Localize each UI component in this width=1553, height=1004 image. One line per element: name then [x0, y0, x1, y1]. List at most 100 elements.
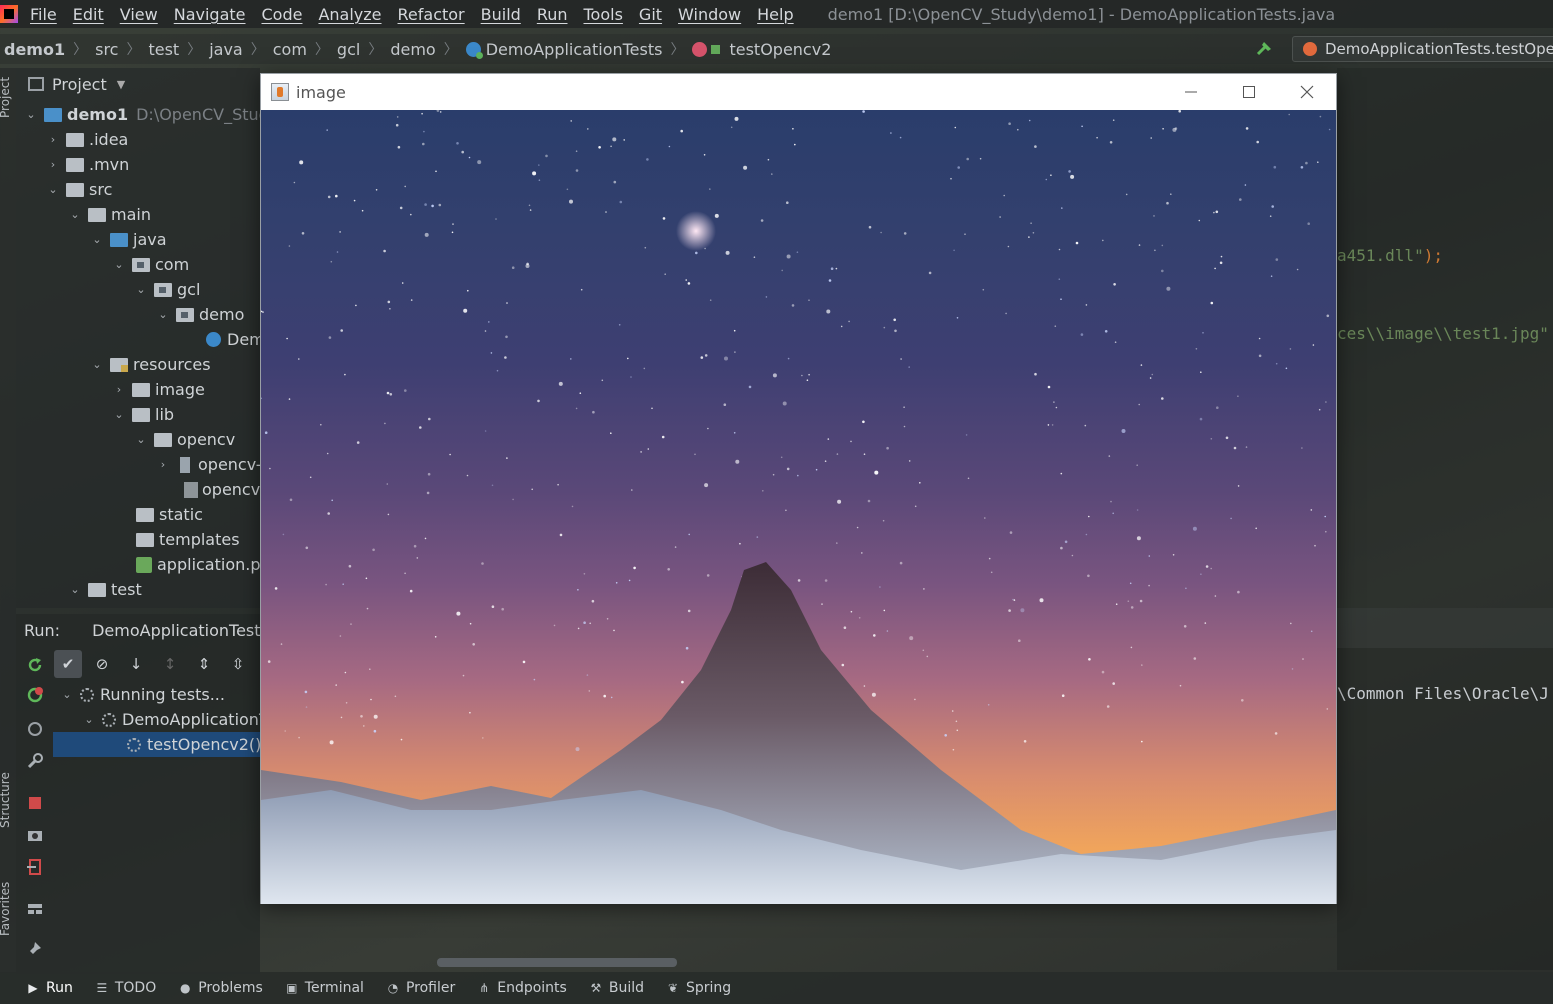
tree-item-demo-application[interactable]: DemoApplication — [206, 327, 260, 352]
tree-item-java[interactable]: ⌄ java — [90, 227, 166, 252]
menu-code[interactable]: Code — [262, 5, 303, 24]
tree-item-test[interactable]: ⌄ test — [68, 577, 141, 602]
run-tab[interactable]: DemoApplicationTests.testOpencv2 — [92, 621, 260, 640]
menu-edit[interactable]: Edit — [73, 5, 104, 24]
menu-file[interactable]: File — [30, 5, 57, 24]
show-ignored-button[interactable]: ⊘ — [88, 650, 116, 678]
menu-tools[interactable]: Tools — [584, 5, 623, 24]
crumb-test[interactable]: test — [148, 40, 179, 59]
rerun-icon[interactable] — [26, 656, 44, 674]
editor-area[interactable]: a451.dll"); ces\\image\\test1.jpg" — [1337, 68, 1553, 608]
crumb-java[interactable]: java — [209, 40, 243, 59]
collapsed-arrow-icon[interactable]: › — [46, 158, 60, 171]
tab-todo[interactable]: ☰ TODO — [95, 980, 156, 996]
expanded-arrow-icon[interactable]: ⌄ — [68, 583, 82, 596]
tree-item-templates[interactable]: templates — [136, 527, 240, 552]
crumb-class[interactable]: DemoApplicationTests — [465, 40, 662, 59]
project-panel-header[interactable]: Project ▼ — [16, 68, 260, 100]
tree-item-static[interactable]: static — [136, 502, 203, 527]
minimize-button[interactable] — [1162, 74, 1220, 110]
tree-item-demo[interactable]: ⌄ demo — [156, 302, 244, 327]
rerun-failed-icon[interactable] — [26, 686, 44, 704]
tree-item-lib[interactable]: ⌄ lib — [112, 402, 174, 427]
collapse-all-button[interactable]: ⇳ — [224, 650, 252, 678]
menu-git[interactable]: Git — [639, 5, 662, 24]
tree-item-opencv-jar[interactable]: › opencv-451.jar — [156, 452, 260, 477]
tree-item-main[interactable]: ⌄ main — [68, 202, 151, 227]
build-hammer-icon[interactable] — [1255, 39, 1275, 59]
tree-item-src[interactable]: ⌄ src — [46, 177, 112, 202]
pin-icon[interactable] — [26, 940, 44, 958]
expanded-arrow-icon[interactable]: ⌄ — [112, 408, 126, 421]
menu-refactor[interactable]: Refactor — [398, 5, 465, 24]
menu-analyze[interactable]: Analyze — [318, 5, 381, 24]
close-button[interactable] — [1278, 74, 1336, 110]
camera-snapshot-icon[interactable] — [26, 826, 44, 844]
layout-icon[interactable] — [26, 900, 44, 918]
tab-profiler[interactable]: ◔ Profiler — [386, 980, 456, 996]
favorites-tool-tab[interactable]: Favorites — [0, 882, 12, 936]
crumb-gcl[interactable]: gcl — [337, 40, 360, 59]
show-passed-button[interactable]: ✔ — [54, 650, 82, 678]
expanded-arrow-icon[interactable]: ⌄ — [68, 208, 82, 221]
tree-item-gcl[interactable]: ⌄ gcl — [134, 277, 200, 302]
test-tree-method-selected[interactable]: testOpencv2() — [53, 732, 261, 757]
collapsed-arrow-icon[interactable]: › — [112, 383, 126, 396]
collapsed-arrow-icon[interactable]: › — [156, 458, 170, 471]
exit-icon[interactable] — [26, 858, 44, 876]
tree-item-com[interactable]: ⌄ com — [112, 252, 189, 277]
crumb-demo[interactable]: demo — [390, 40, 435, 59]
crumb-com[interactable]: com — [273, 40, 307, 59]
project-tool-tab[interactable]: Project — [0, 77, 12, 118]
tree-item-application-properties[interactable]: application.properties — [136, 552, 260, 577]
crumb-project[interactable]: demo1 — [4, 40, 65, 59]
tab-terminal[interactable]: ▣ Terminal — [285, 980, 364, 996]
structure-tool-tab[interactable]: Structure — [0, 772, 12, 828]
test-tree-method[interactable]: testOpencv2() — [127, 732, 261, 757]
settings-wrench-icon[interactable] — [26, 752, 44, 770]
expanded-arrow-icon[interactable]: ⌄ — [156, 308, 170, 321]
tree-item-demo1[interactable]: ⌄ demo1 D:\OpenCV_Study\demo1 — [24, 102, 260, 127]
tree-item-opencv-dll[interactable]: opencv_java451.dll — [182, 477, 260, 502]
expanded-arrow-icon[interactable]: ⌄ — [90, 358, 104, 371]
tree-item-resources[interactable]: ⌄ resources — [90, 352, 210, 377]
sort-by-duration-button[interactable]: ↕ — [156, 650, 184, 678]
expand-all-button[interactable]: ⇕ — [190, 650, 218, 678]
image-window-titlebar[interactable]: image — [261, 74, 1336, 110]
expanded-arrow-icon[interactable]: ⌄ — [112, 258, 126, 271]
console-output[interactable]: \Common Files\Oracle\J — [1337, 648, 1553, 970]
tab-problems[interactable]: ● Problems — [178, 980, 263, 996]
tree-item-mvn[interactable]: › .mvn — [46, 152, 129, 177]
collapsed-arrow-icon[interactable]: › — [46, 133, 60, 146]
expanded-arrow-icon[interactable]: ⌄ — [90, 233, 104, 246]
intellij-logo-icon[interactable] — [0, 5, 18, 23]
tab-endpoints[interactable]: ⋔ Endpoints — [477, 980, 567, 996]
sort-alphabetically-button[interactable]: ↓ — [122, 650, 150, 678]
expanded-arrow-icon[interactable]: ⌄ — [134, 283, 148, 296]
test-tree-root[interactable]: ⌄ Running tests... — [60, 682, 225, 707]
stop-icon[interactable] — [26, 794, 44, 812]
expanded-arrow-icon[interactable]: ⌄ — [24, 108, 38, 121]
menu-help[interactable]: Help — [757, 5, 793, 24]
chevron-down-icon[interactable]: ▼ — [117, 78, 125, 91]
tab-spring[interactable]: ❦ Spring — [666, 980, 731, 996]
horizontal-scrollbar[interactable] — [437, 958, 677, 967]
tree-item-image[interactable]: › image — [112, 377, 205, 402]
maximize-button[interactable] — [1220, 74, 1278, 110]
tree-item-opencv[interactable]: ⌄ opencv — [134, 427, 235, 452]
crumb-src[interactable]: src — [95, 40, 118, 59]
expanded-arrow-icon[interactable]: ⌄ — [134, 433, 148, 446]
run-configuration-select[interactable]: DemoApplicationTests.testOpencv2 — [1292, 36, 1553, 62]
menu-navigate[interactable]: Navigate — [174, 5, 246, 24]
expanded-arrow-icon[interactable]: ⌄ — [82, 713, 96, 726]
tab-build[interactable]: ⚒ Build — [589, 980, 644, 996]
test-tree-class[interactable]: ⌄ DemoApplicationTests — [82, 707, 260, 732]
menu-build[interactable]: Build — [481, 5, 521, 24]
expanded-arrow-icon[interactable]: ⌄ — [60, 688, 74, 701]
menu-window[interactable]: Window — [678, 5, 741, 24]
tree-item-idea[interactable]: › .idea — [46, 127, 129, 152]
crumb-method[interactable]: testOpencv2 — [692, 40, 831, 59]
toggle-auto-test-icon[interactable] — [26, 720, 44, 738]
tab-run[interactable]: ▶ Run — [26, 980, 72, 996]
expanded-arrow-icon[interactable]: ⌄ — [46, 183, 60, 196]
